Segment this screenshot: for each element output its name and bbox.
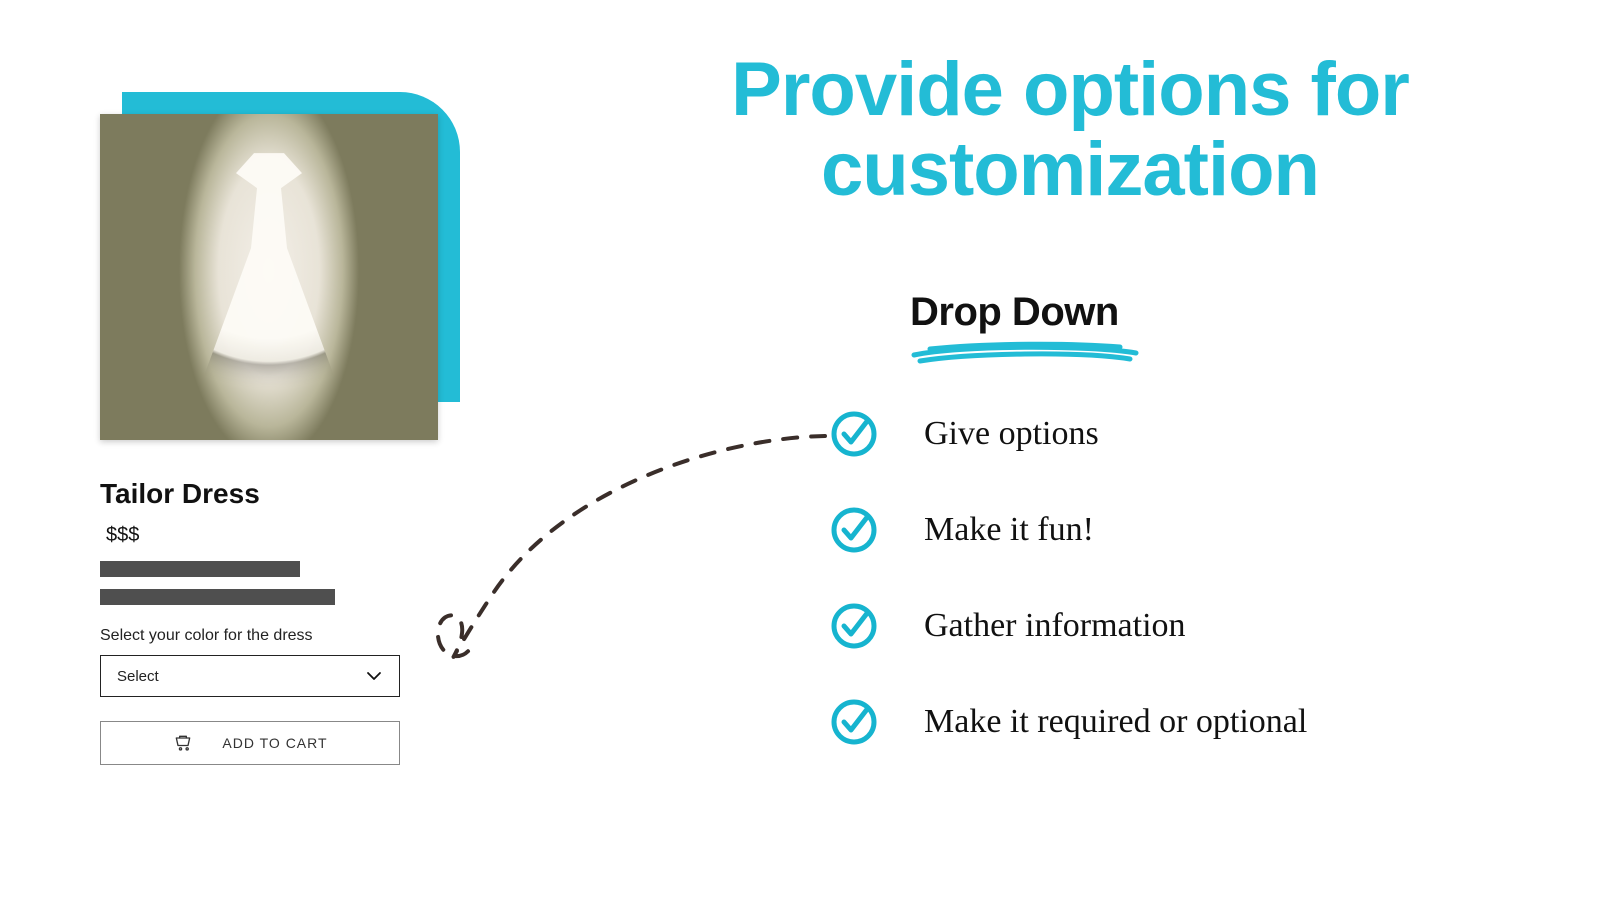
list-item: Make it required or optional — [830, 698, 1530, 746]
chevron-down-icon — [365, 667, 383, 685]
checkmark-icon — [830, 602, 878, 650]
cart-icon — [172, 733, 194, 753]
checkmark-icon — [830, 698, 878, 746]
bullet-text: Gather information — [924, 607, 1186, 645]
subhead: Drop Down — [910, 290, 1140, 335]
product-info: Tailor Dress $$$ Select your color for t… — [100, 478, 410, 765]
bullet-text: Make it fun! — [924, 511, 1094, 549]
list-item: Make it fun! — [830, 506, 1530, 554]
product-image — [100, 114, 438, 440]
add-to-cart-button[interactable]: ADD TO CART — [100, 721, 400, 765]
bullet-text: Make it required or optional — [924, 703, 1307, 741]
list-item: Give options — [830, 410, 1530, 458]
list-item: Gather information — [830, 602, 1530, 650]
product-price: $$$ — [106, 524, 410, 547]
select-placeholder-text: Select — [117, 668, 159, 685]
add-to-cart-label: ADD TO CART — [222, 735, 327, 751]
subhead-block: Drop Down — [910, 290, 1140, 372]
checkmark-icon — [830, 506, 878, 554]
placeholder-line — [100, 589, 335, 605]
headline: Provide options for customization — [590, 50, 1550, 210]
color-select[interactable]: Select — [100, 655, 400, 697]
checkmark-icon — [830, 410, 878, 458]
product-title: Tailor Dress — [100, 478, 410, 510]
underline-scribble — [910, 341, 1140, 367]
bullet-list: Give options Make it fun! Gather informa… — [830, 410, 1530, 794]
arrow-swoosh — [420, 428, 840, 688]
placeholder-line — [100, 561, 300, 577]
dress-illustration — [194, 153, 344, 403]
option-label: Select your color for the dress — [100, 627, 410, 645]
bullet-text: Give options — [924, 415, 1099, 453]
